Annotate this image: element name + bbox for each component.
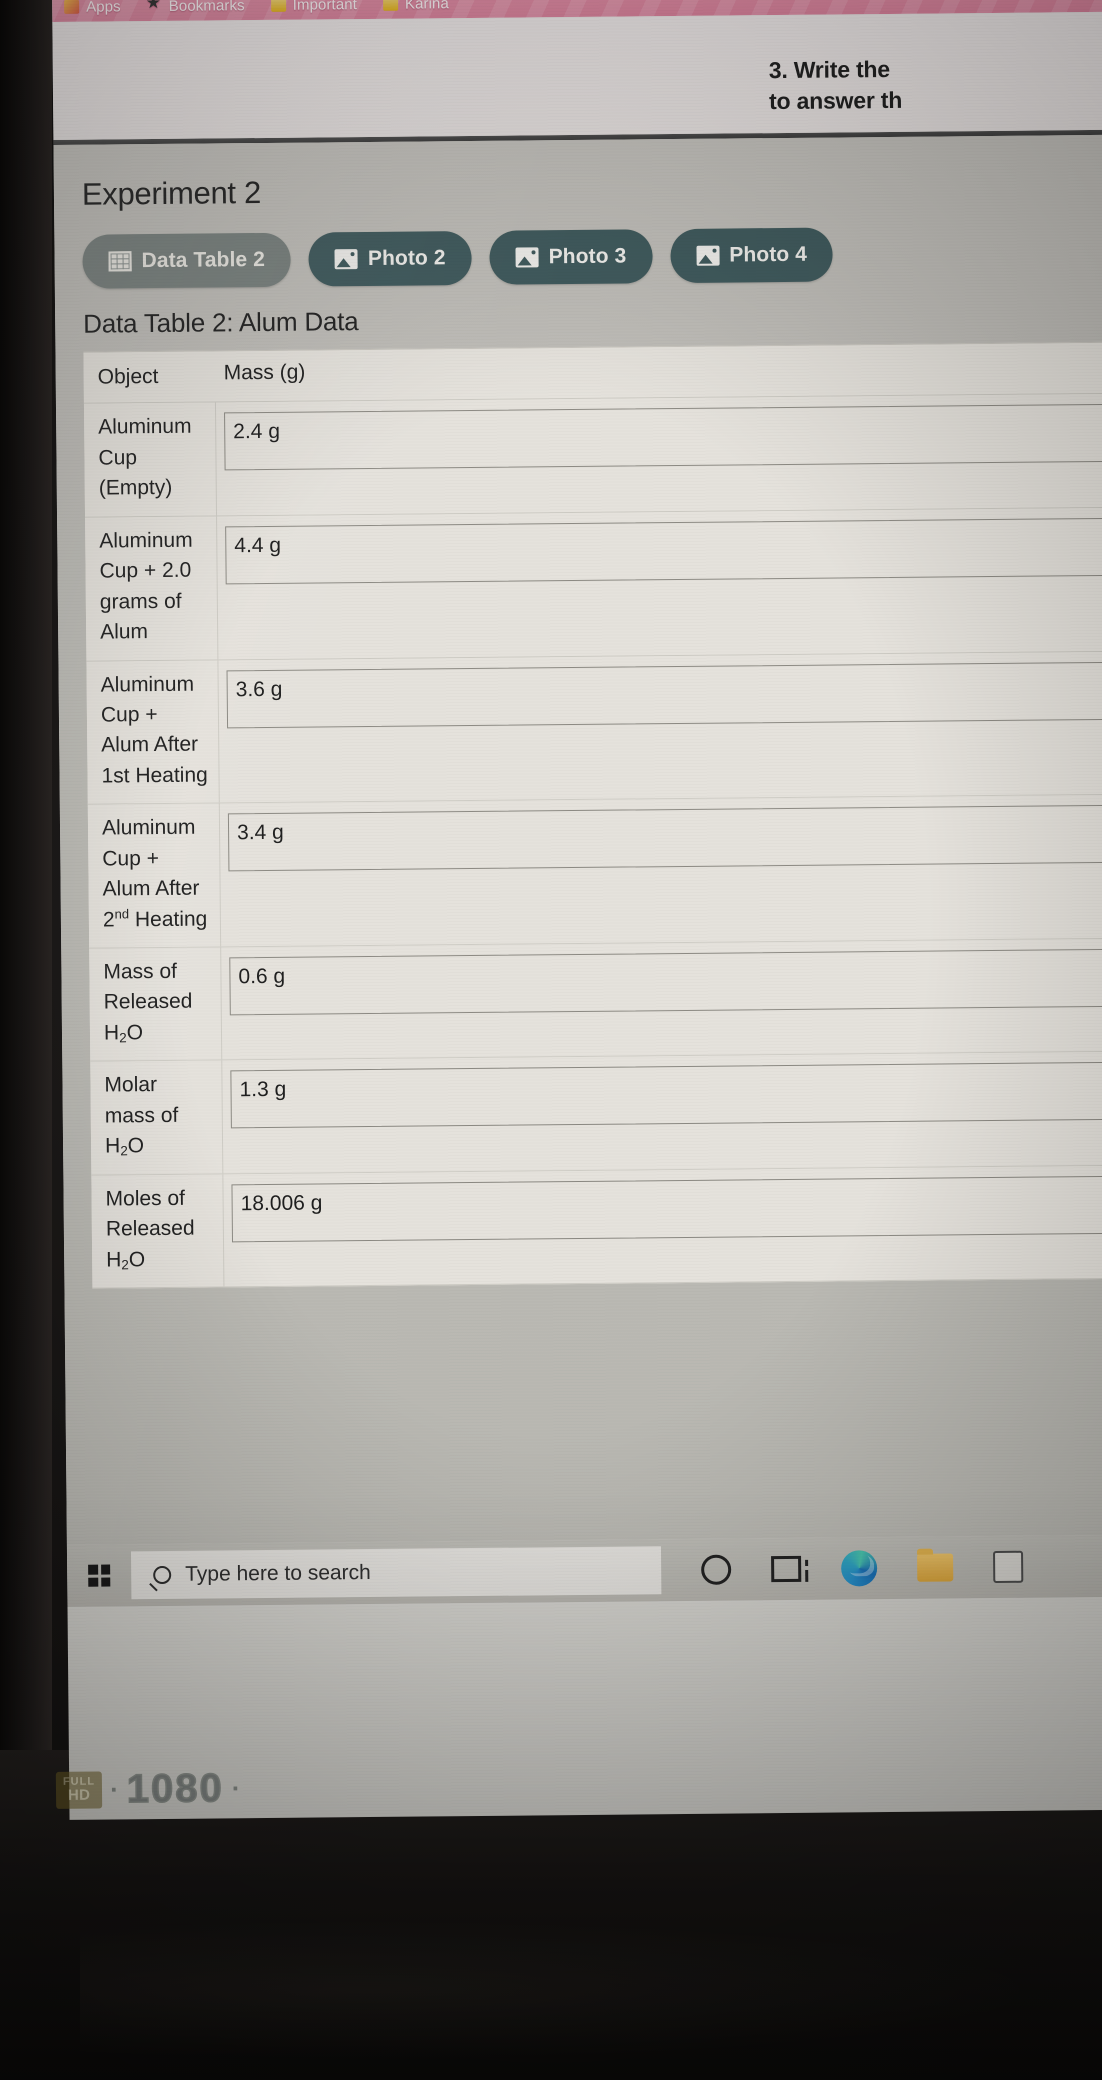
search-placeholder-text: Type here to search [185,1561,371,1586]
tab-data-table-2[interactable]: Data Table 2 [82,232,292,289]
folder-icon [382,0,398,11]
tab-photo-2-label: Photo 2 [367,246,446,270]
question-3-line2: to answer th [768,86,903,115]
apps-icon [64,0,80,14]
bookmark-apps-label: Apps [86,0,121,16]
row-label-mass-released-water: Mass of Released H2O [89,947,223,1061]
tab-photo-3-label: Photo 3 [548,244,627,269]
row-label-after-1st-heating: Aluminum Cup + Alum After 1st Heating [86,659,220,804]
row-label-aluminum-cup-plus-2g-alum: Aluminum Cup + 2.0 grams of Alum [85,516,219,661]
row-label-molar-mass-water: Molar mass of H2O [90,1060,224,1175]
question-3-text: 3. Write the to answer th [769,52,1100,117]
mass-input-molar-mass-water[interactable]: 1.3 g [230,1062,1102,1129]
windows-start-icon [88,1564,111,1587]
row-label-aluminum-cup-empty: Aluminum Cup (Empty) [83,402,218,517]
column-header-mass: Mass (g) [223,360,306,385]
folder-icon [270,0,286,12]
mass-input-aluminum-cup-plus-2g-alum[interactable]: 4.4 g [225,517,1102,585]
table-row: Molar mass of H2O 1.3 g [90,1052,1102,1176]
star-icon [147,0,162,14]
bookmark-apps[interactable]: Apps [64,0,121,15]
row-value-cell: 0.6 g [221,939,1102,1060]
full-hd-logo-hd: HD [67,1786,91,1804]
monitor-bezel-left [0,0,52,1810]
task-view-icon[interactable] [771,1555,802,1583]
table-row: Aluminum Cup + Alum After 1st Heating 3.… [86,651,1102,805]
microsoft-store-icon[interactable] [993,1550,1024,1584]
row-label-moles-released-water: Moles of Released H2O [91,1174,225,1288]
tab-photo-3[interactable]: Photo 3 [489,229,653,285]
mass-input-mass-released-water[interactable]: 0.6 g [229,948,1102,1016]
tab-photo-2[interactable]: Photo 2 [308,230,472,287]
monitor-photo: Apps Bookmarks Important Karina 3. Write… [0,0,1102,2080]
full-hd-logo: FULL HD [55,1771,103,1809]
file-explorer-icon[interactable] [917,1553,954,1582]
screen-content: Apps Bookmarks Important Karina 3. Write… [52,0,1102,1820]
row-value-cell: 1.3 g [222,1052,1102,1173]
windows-taskbar: Type here to search [66,1534,1102,1607]
page-top-area: 3. Write the to answer th [52,11,1102,140]
mass-input-aluminum-cup-empty[interactable]: 2.4 g [224,404,1102,471]
bookmark-bookmarks-label: Bookmarks [168,0,245,15]
mass-input-after-1st-heating[interactable]: 3.6 g [226,661,1102,728]
badge-dot-right: · [231,1773,241,1804]
row-value-cell: 18.006 g [223,1165,1102,1286]
bookmark-important[interactable]: Important [270,0,358,14]
photo-icon [515,247,539,268]
experiment-tabs: Data Table 2 Photo 2 Photo 3 Photo 4 [54,203,1102,289]
column-header-object: Object [97,364,159,389]
row-value-cell: 3.6 g [218,651,1102,802]
tab-data-table-2-label: Data Table 2 [141,247,266,273]
cortana-icon[interactable] [701,1554,732,1585]
badge-dot-left: · [109,1774,119,1805]
tab-photo-4-label: Photo 4 [729,242,808,267]
start-button[interactable] [67,1544,132,1607]
bookmark-bookmarks[interactable]: Bookmarks [147,0,245,15]
resolution-label: 1080 [126,1765,225,1812]
mass-input-after-2nd-heating[interactable]: 3.4 g [227,805,1102,872]
photo-icon [334,249,359,270]
taskbar-icon-group [661,1549,1024,1588]
row-value-cell: 3.4 g [220,795,1102,946]
data-table-caption: Data Table 2: Alum Data [83,306,359,339]
tab-photo-4[interactable]: Photo 4 [670,227,834,284]
bookmark-karina-label: Karina [404,0,449,13]
table-row: Aluminum Cup (Empty) 2.4 g [83,394,1102,518]
desk-glow [80,1920,1040,2060]
question-3-line1: 3. Write the [768,55,891,84]
bookmark-karina[interactable]: Karina [382,0,449,13]
row-label-after-2nd-heating: Aluminum Cup + Alum After 2nd Heating [87,803,222,948]
table-row: Aluminum Cup + 2.0 grams of Alum 4.4 g [85,507,1102,662]
table-row: Aluminum Cup + Alum After 2nd Heating 3.… [87,795,1102,949]
table-icon [108,251,132,272]
edge-browser-icon[interactable] [840,1550,878,1587]
search-input[interactable]: Type here to search [130,1546,662,1600]
mass-input-moles-released-water[interactable]: 18.006 g [231,1175,1102,1242]
photo-icon [696,245,720,266]
table-row: Moles of Released H2O 18.006 g [91,1165,1102,1289]
search-icon [153,1565,172,1585]
panel-bottom-spacer [64,1279,1102,1349]
table-row: Mass of Released H2O 0.6 g [89,938,1102,1062]
row-value-cell: 2.4 g [216,394,1102,515]
bookmark-important-label: Important [292,0,358,14]
monitor-hd-badge: FULL HD · 1080 · [55,1765,241,1813]
data-table: Object Mass (g) Aluminum Cup (Empty) 2.4… [83,341,1102,1289]
experiment-panel: Experiment 2 Data Table 2 Photo 2 Photo … [53,134,1102,1545]
row-value-cell: 4.4 g [217,508,1102,659]
